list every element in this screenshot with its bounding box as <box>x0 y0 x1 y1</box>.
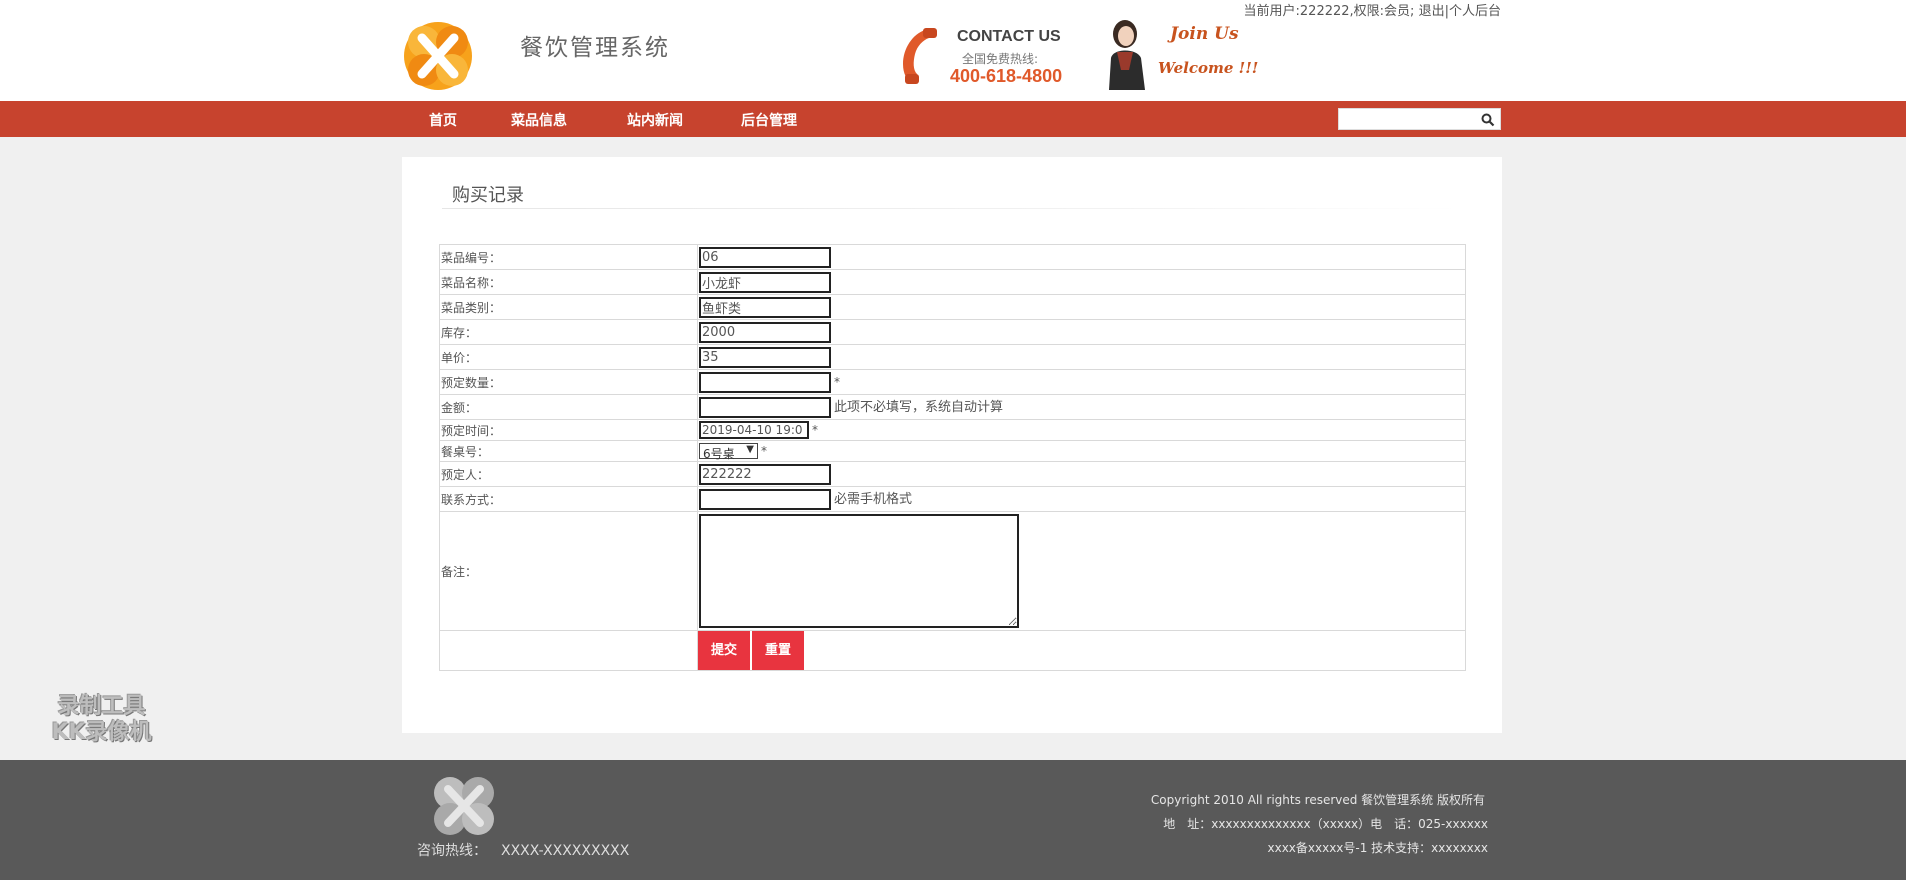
form-row-dish-no: 菜品编号： <box>439 244 1466 270</box>
welcome-text: Welcome !!! <box>1158 59 1259 77</box>
person-photo <box>1109 20 1145 90</box>
order-form: 菜品编号： 菜品名称： 菜品类别： 库存： 单价： 预定数量： * 金额： 此项… <box>439 244 1466 671</box>
form-row-notes: 备注： <box>439 511 1466 631</box>
footer-logo <box>434 777 494 835</box>
time-label: 预定时间： <box>439 419 698 441</box>
form-row-buttons: 提交 重置 <box>439 630 1466 671</box>
main-nav: 首页 菜品信息 站内新闻 后台管理 <box>0 101 1906 137</box>
user-bar: 当前用户:222222,权限:会员; 退出|个人后台 <box>1244 0 1501 19</box>
footer-hotline-label: 咨询热线： <box>417 843 487 859</box>
footer-address: 地 址：xxxxxxxxxxxxxx（xxxxx）电 话：025-xxxxxx <box>1163 817 1488 831</box>
stock-label: 库存： <box>439 319 698 345</box>
price-label: 单价： <box>439 344 698 370</box>
footer-hotline-number: XXXX-XXXXXXXXX <box>501 843 630 859</box>
title-divider <box>442 208 1459 209</box>
reset-button[interactable]: 重置 <box>752 631 804 670</box>
required-mark: * <box>834 374 840 389</box>
category-label: 菜品类别： <box>439 294 698 320</box>
required-mark: * <box>761 443 767 458</box>
form-row-amount: 金额： 此项不必填写，系统自动计算 <box>439 394 1466 420</box>
quantity-label: 预定数量： <box>439 369 698 395</box>
footer-hotline: 咨询热线： XXXX-XXXXXXXXX <box>417 840 629 860</box>
table-select-value: 6号桌 <box>703 447 735 461</box>
form-row-table: 餐桌号： 6号桌 ▼ * <box>439 440 1466 462</box>
table-label: 餐桌号： <box>439 440 698 462</box>
recorder-watermark: 录制工具 KK录像机 <box>34 694 169 746</box>
table-select[interactable]: 6号桌 ▼ <box>699 443 758 461</box>
site-header: 当前用户:222222,权限:会员; 退出|个人后台 餐饮管理系统 CONTAC… <box>0 0 1906 101</box>
phone-hint: 必需手机格式 <box>834 492 913 507</box>
content-panel: 购买记录 菜品编号： 菜品名称： 菜品类别： 库存： 单价： 预定数量： * 金… <box>402 157 1502 733</box>
search-icon[interactable] <box>1481 113 1495 127</box>
nav-item-admin[interactable]: 后台管理 <box>741 110 797 130</box>
chevron-down-icon: ▼ <box>746 444 754 455</box>
notes-textarea[interactable] <box>699 514 1019 628</box>
site-footer: 咨询热线： XXXX-XXXXXXXXX Copyright 2010 All r… <box>0 760 1906 880</box>
current-user-text: 当前用户:222222,权限:会员; <box>1243 4 1415 19</box>
form-row-phone: 联系方式： 必需手机格式 <box>439 486 1466 512</box>
booking-time-field[interactable] <box>699 421 809 439</box>
category-field[interactable] <box>699 296 831 318</box>
required-mark: * <box>812 423 818 437</box>
hotline-number: 400-618-4800 <box>950 66 1063 86</box>
search-input[interactable] <box>1341 110 1475 130</box>
amount-label: 金额： <box>439 394 698 420</box>
search-box <box>1338 108 1501 130</box>
hotline-label: 全国免费热线: <box>962 52 1039 66</box>
phone-field[interactable] <box>699 489 831 510</box>
quantity-field[interactable] <box>699 371 831 393</box>
form-row-category: 菜品类别： <box>439 294 1466 320</box>
site-logo <box>404 22 472 90</box>
form-row-stock: 库存： <box>439 319 1466 345</box>
footer-copyright: Copyright 2010 All rights reserved 餐饮管理系… <box>1150 793 1485 807</box>
form-row-quantity: 预定数量： * <box>439 369 1466 395</box>
nav-item-news[interactable]: 站内新闻 <box>627 110 683 130</box>
page-title: 购买记录 <box>452 185 524 206</box>
footer-icp: xxxx备xxxxx号-1 技术支持：xxxxxxxx <box>1267 841 1488 855</box>
stock-field[interactable] <box>699 321 831 343</box>
phone-icon <box>903 28 937 84</box>
contact-us-heading: CONTACT US <box>957 28 1061 45</box>
dish-no-label: 菜品编号： <box>439 244 698 270</box>
price-field[interactable] <box>699 346 831 368</box>
form-row-time: 预定时间： * <box>439 419 1466 441</box>
amount-hint: 此项不必填写，系统自动计算 <box>834 400 1004 415</box>
booker-field[interactable] <box>699 463 831 485</box>
notes-label: 备注： <box>439 511 698 631</box>
form-row-dish-name: 菜品名称： <box>439 269 1466 295</box>
phone-label: 联系方式： <box>439 486 698 512</box>
watermark-line-1: 录制工具 <box>57 694 146 719</box>
nav-item-home[interactable]: 首页 <box>429 110 457 130</box>
submit-button[interactable]: 提交 <box>698 631 750 670</box>
dish-name-label: 菜品名称： <box>439 269 698 295</box>
logout-link[interactable]: 退出 <box>1419 4 1445 19</box>
site-title: 餐饮管理系统 <box>520 35 670 61</box>
join-us-text: Join Us <box>1170 24 1239 44</box>
dish-no-field[interactable] <box>699 246 831 268</box>
personal-center-link[interactable]: 个人后台 <box>1449 4 1501 19</box>
dish-name-field[interactable] <box>699 271 831 293</box>
form-row-person: 预定人： <box>439 461 1466 487</box>
nav-item-dishes[interactable]: 菜品信息 <box>511 110 567 130</box>
amount-field[interactable] <box>699 397 831 418</box>
form-row-price: 单价： <box>439 344 1466 370</box>
buttons-row-spacer <box>439 630 698 671</box>
person-label: 预定人： <box>439 461 698 487</box>
watermark-line-2: KK录像机 <box>51 720 152 745</box>
